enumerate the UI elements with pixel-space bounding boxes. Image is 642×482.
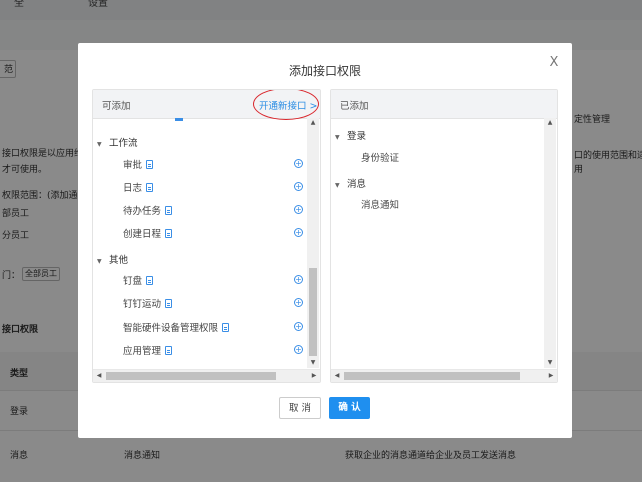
vertical-scrollbar[interactable]: ▲ ▼ <box>307 118 319 368</box>
scroll-left-icon[interactable]: ◀ <box>331 370 343 382</box>
tree-item[interactable]: 日志 <box>123 180 154 194</box>
tree-item[interactable]: 智能硬件设备管理权限 <box>123 320 230 334</box>
tree-item[interactable]: 审批 <box>123 157 154 171</box>
tree-group-workflow[interactable]: ▼ 工作流 <box>97 135 138 149</box>
tree-item-label: 审批 <box>123 160 143 171</box>
caret-down-icon: ▼ <box>335 134 340 141</box>
chevron-right-icon: > <box>309 101 318 112</box>
add-icon[interactable]: + <box>294 182 303 191</box>
add-icon[interactable]: + <box>294 298 303 307</box>
tree-item[interactable]: 钉盘 <box>123 273 154 287</box>
dialog-title: 添加接口权限 <box>288 64 361 78</box>
tree-group-label: 消息 <box>347 179 367 190</box>
tree-item-label: 应用管理 <box>123 346 162 357</box>
tree-item-label: 身份验证 <box>361 153 400 164</box>
added-panel: 已添加 ▼ 登录 身份验证 ▼ 消息 消息通知 ▲ ▼ ◀ ▶ <box>330 89 558 383</box>
tree-item-label: 消息通知 <box>361 200 400 211</box>
doc-icon <box>165 206 173 215</box>
doc-icon <box>165 346 173 355</box>
add-interface-permission-dialog: 添加接口权限 X 可添加 开通新接口 > ▼ 工作流 审批 + 日志 + 待办任务… <box>78 43 572 438</box>
horizontal-scrollbar[interactable]: ◀ ▶ <box>331 369 557 382</box>
caret-down-icon: ▼ <box>335 182 340 189</box>
tree-group-other[interactable]: ▼ 其他 <box>97 252 128 266</box>
doc-icon <box>146 183 154 192</box>
add-icon[interactable]: + <box>294 275 303 284</box>
doc-icon <box>165 229 173 238</box>
available-panel-label: 可添加 <box>102 101 131 112</box>
tree-item[interactable]: 消息通知 <box>361 197 399 211</box>
scroll-down-icon[interactable]: ▼ <box>544 358 556 368</box>
tree-item-label: 待办任务 <box>123 206 162 217</box>
open-new-interface-link[interactable]: 开通新接口 > <box>259 98 318 112</box>
add-icon[interactable]: + <box>294 205 303 214</box>
doc-icon <box>165 299 173 308</box>
available-panel: 可添加 开通新接口 > ▼ 工作流 审批 + 日志 + 待办任务 + 创建日程 +… <box>92 89 321 383</box>
tree-item-label: 钉盘 <box>123 276 143 287</box>
tree-group-label: 登录 <box>347 131 367 142</box>
added-panel-header: 已添加 <box>331 90 557 119</box>
tree-item-label: 钉钉运动 <box>123 299 162 310</box>
add-icon[interactable]: + <box>294 228 303 237</box>
added-panel-label: 已添加 <box>340 101 369 112</box>
doc-icon <box>222 323 230 332</box>
scrollbar-thumb[interactable] <box>344 372 520 380</box>
scroll-right-icon[interactable]: ▶ <box>545 370 557 382</box>
tree-item-label: 智能硬件设备管理权限 <box>123 323 219 334</box>
tree-item[interactable]: 应用管理 <box>123 343 173 357</box>
doc-icon <box>146 276 154 285</box>
tree-item[interactable]: 钉钉运动 <box>123 296 173 310</box>
scroll-left-icon[interactable]: ◀ <box>93 370 105 382</box>
scroll-up-icon[interactable]: ▲ <box>307 118 319 128</box>
scrollbar-thumb[interactable] <box>106 372 276 380</box>
scroll-down-icon[interactable]: ▼ <box>307 358 319 368</box>
caret-down-icon: ▼ <box>97 258 102 265</box>
open-new-interface-label: 开通新接口 <box>259 101 307 112</box>
tree-item[interactable]: 身份验证 <box>361 150 399 164</box>
tree-group-message[interactable]: ▼ 消息 <box>335 176 366 190</box>
tree-item-label: 日志 <box>123 183 143 194</box>
tree-group-login[interactable]: ▼ 登录 <box>335 128 366 142</box>
doc-icon <box>175 118 183 121</box>
close-icon[interactable]: X <box>547 55 561 71</box>
add-icon[interactable]: + <box>294 322 303 331</box>
add-icon[interactable]: + <box>294 345 303 354</box>
tree-item[interactable]: 创建日程 <box>123 226 173 240</box>
available-panel-header: 可添加 开通新接口 > <box>93 90 320 120</box>
tree-group-label: 其他 <box>109 255 129 266</box>
caret-down-icon: ▼ <box>97 141 102 148</box>
scroll-right-icon[interactable]: ▶ <box>308 370 320 382</box>
add-icon[interactable]: + <box>294 159 303 168</box>
scrollbar-thumb[interactable] <box>309 268 317 356</box>
tree-group-label: 工作流 <box>109 138 138 149</box>
scroll-up-icon[interactable]: ▲ <box>544 118 556 128</box>
cancel-button[interactable]: 取 消 <box>279 397 321 419</box>
tree-item[interactable]: 待办任务 <box>123 203 173 217</box>
vertical-scrollbar[interactable]: ▲ ▼ <box>544 118 556 368</box>
tree-item-label: 创建日程 <box>123 229 162 240</box>
confirm-button[interactable]: 确 认 <box>329 397 370 419</box>
doc-icon <box>146 160 154 169</box>
horizontal-scrollbar[interactable]: ◀ ▶ <box>93 369 320 382</box>
